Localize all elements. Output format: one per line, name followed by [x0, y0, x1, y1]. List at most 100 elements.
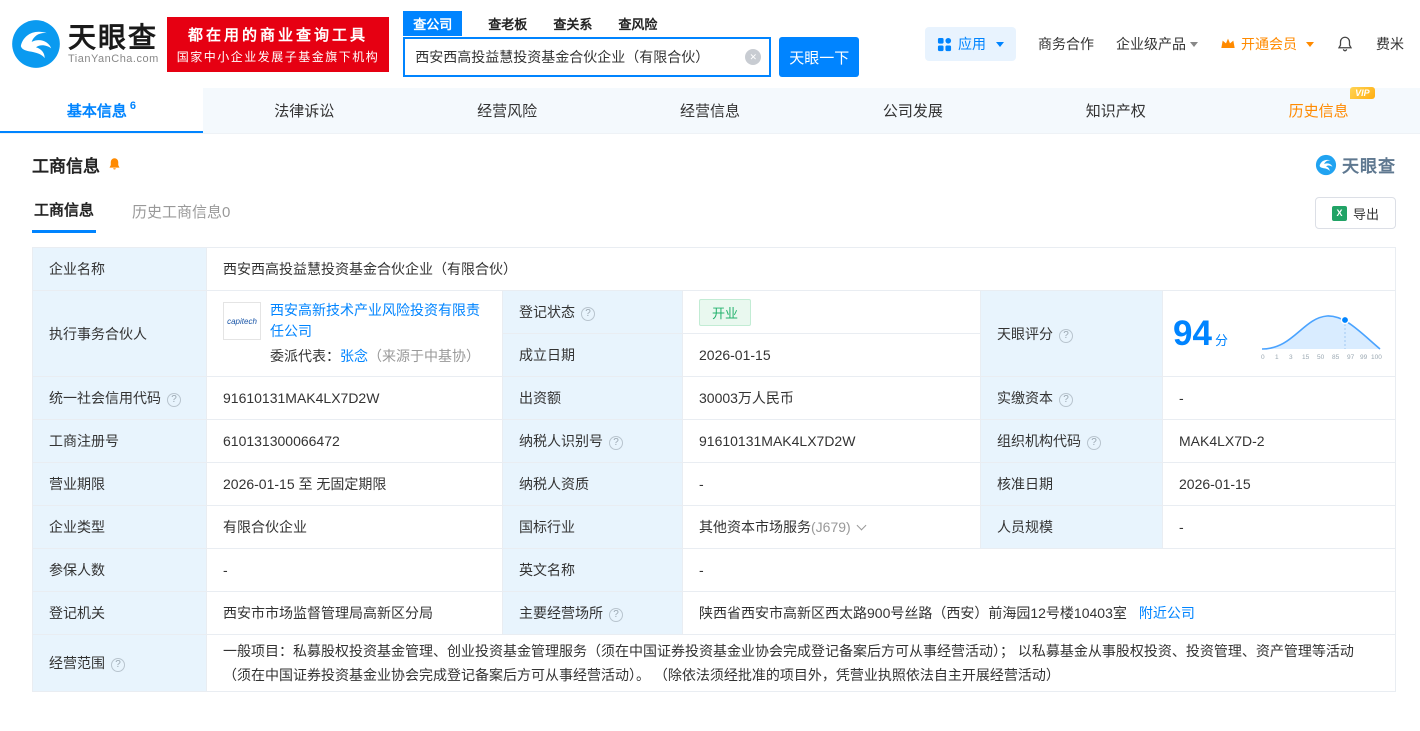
tab-business-info[interactable]: 经营信息	[609, 88, 812, 133]
tab-legal-proceedings[interactable]: 法律诉讼	[203, 88, 406, 133]
taxpayer-id-label: 纳税人识别号	[502, 419, 683, 463]
search-tabs: 查公司 查老板 查关系 查风险	[403, 10, 859, 36]
search-tab-boss[interactable]: 查老板	[488, 14, 527, 33]
svg-text:15: 15	[1302, 354, 1310, 361]
tianyancha-logo[interactable]: 天眼查 TianYanCha.com	[10, 18, 159, 70]
tianyancha-logo-icon	[12, 20, 60, 68]
enterprise-products-menu[interactable]: 企业级产品	[1116, 34, 1198, 54]
tab-basic-info-label: 基本信息	[66, 103, 127, 120]
logo-title: 天眼查	[68, 21, 159, 53]
clear-icon[interactable]: ✕	[745, 49, 762, 65]
premises-label: 主要经营场所	[502, 591, 683, 635]
help-icon[interactable]	[1059, 393, 1073, 407]
export-button[interactable]: X 导出	[1314, 197, 1396, 229]
reg-authority-value: 西安市市场监督管理局高新区分局	[206, 591, 503, 635]
export-button-label: 导出	[1352, 206, 1379, 222]
help-icon[interactable]	[111, 658, 125, 672]
help-icon[interactable]	[1087, 436, 1101, 450]
watermark-logo-icon	[1315, 154, 1337, 175]
help-icon[interactable]	[609, 436, 623, 450]
company-type-value: 有限合伙企业	[206, 505, 503, 549]
status-badge: 开业	[699, 298, 752, 326]
rep-source: （来源于中基协）	[368, 348, 480, 364]
business-cooperation-label: 商务合作	[1038, 36, 1094, 52]
table-row: 统一社会信用代码 91610131MAK4LX7D2W 出资额 30003万人民…	[32, 376, 1396, 420]
svg-text:99: 99	[1360, 354, 1368, 361]
insured-count-label: 参保人数	[32, 548, 207, 592]
rep-label: 委派代表：	[270, 348, 340, 364]
industry-label: 国标行业	[502, 505, 683, 549]
capital-label: 出资额	[502, 376, 683, 420]
tab-company-development[interactable]: 公司发展	[811, 88, 1014, 133]
managing-partner-label: 执行事务合伙人	[32, 290, 207, 377]
tab-intellectual-property[interactable]: 知识产权	[1014, 88, 1217, 133]
score-number: 94	[1173, 313, 1212, 353]
search-tab-company[interactable]: 查公司	[403, 10, 463, 36]
tianyancha-watermark: 天眼查	[1315, 152, 1396, 177]
tab-history-info[interactable]: 历史信息 VIP	[1217, 87, 1420, 133]
chevron-down-icon[interactable]	[856, 520, 867, 531]
help-icon[interactable]	[167, 393, 181, 407]
business-cooperation-link[interactable]: 商务合作	[1038, 34, 1094, 54]
subtabs-row: 工商信息 历史工商信息0 X 导出	[32, 193, 1396, 233]
search-tab-risk[interactable]: 查风险	[618, 14, 657, 33]
paid-capital-label: 实缴资本	[980, 376, 1163, 420]
rep-name-link[interactable]: 张念	[340, 348, 368, 364]
english-name-value: -	[682, 548, 1396, 592]
managing-partner-value: capitech 西安高新技术产业风险投资有限责任公司 委派代表：张念（来源于中…	[206, 290, 503, 377]
search-button[interactable]: 天眼一下	[779, 37, 860, 77]
english-name-label: 英文名称	[502, 548, 683, 592]
table-row: 参保人数 - 英文名称 -	[32, 548, 1396, 592]
slogan-line2: 国家中小企业发展子基金旗下机构	[176, 49, 380, 64]
business-info-table: 企业名称 西安西高投益慧投资基金合伙企业（有限合伙） 执行事务合伙人 capit…	[32, 247, 1396, 692]
score-curve-chart: 0 1 3 15 50 85 97 99 100	[1261, 314, 1382, 361]
svg-text:85: 85	[1332, 354, 1340, 361]
search-row: ✕ 天眼一下	[403, 37, 860, 77]
apps-menu[interactable]: 应用	[925, 27, 1016, 61]
open-vip-menu[interactable]: 开通会员	[1220, 34, 1314, 54]
tab-operational-risk[interactable]: 经营风险	[406, 88, 609, 133]
svg-text:3: 3	[1289, 354, 1293, 361]
search-input[interactable]	[415, 49, 746, 65]
nearby-companies-link[interactable]: 附近公司	[1139, 605, 1195, 621]
svg-text:1: 1	[1275, 354, 1279, 361]
business-scope-label: 经营范围	[32, 634, 207, 692]
user-account[interactable]: 费米	[1376, 34, 1404, 54]
tab-company-development-label: 公司发展	[882, 103, 943, 120]
search-tab-relation[interactable]: 查关系	[553, 14, 592, 33]
taxpayer-id-value: 91610131MAK4LX7D2W	[682, 419, 981, 463]
tab-history-info-label: 历史信息	[1288, 103, 1349, 120]
company-type-label: 企业类型	[32, 505, 207, 549]
partner-company-link[interactable]: 西安高新技术产业风险投资有限责任公司	[270, 302, 480, 339]
industry-value: 其他资本市场服务(J679)	[682, 505, 981, 549]
watermark-text: 天眼查	[1342, 157, 1396, 176]
svg-text:100: 100	[1371, 354, 1382, 361]
business-scope-value: 一般项目：私募股权投资基金管理、创业投资基金管理服务（须在中国证券投资基金业协会…	[206, 634, 1396, 692]
subtab-business-registration[interactable]: 工商信息	[32, 193, 97, 233]
score-unit: 分	[1214, 332, 1228, 348]
table-row: 工商注册号 610131300066472 纳税人识别号 91610131MAK…	[32, 419, 1396, 463]
org-code-value: MAK4LX7D-2	[1162, 419, 1396, 463]
notification-bell-icon[interactable]	[1336, 35, 1354, 53]
monitor-bell-icon[interactable]	[107, 157, 122, 172]
search-input-wrap: ✕	[403, 37, 772, 77]
credit-code-label: 统一社会信用代码	[32, 376, 207, 420]
insured-count-value: -	[206, 548, 503, 592]
table-row: 企业名称 西安西高投益慧投资基金合伙企业（有限合伙）	[32, 247, 1396, 291]
help-icon[interactable]	[581, 307, 595, 321]
svg-text:0: 0	[1261, 354, 1265, 361]
reg-status-value: 开业	[682, 290, 981, 334]
chevron-down-icon	[996, 41, 1004, 47]
approval-date-label: 核准日期	[980, 462, 1163, 506]
section-title: 工商信息	[32, 157, 100, 176]
table-row: 登记机关 西安市市场监督管理局高新区分局 主要经营场所 陕西省西安市高新区西太路…	[32, 591, 1396, 635]
partner-logo: capitech	[223, 302, 261, 340]
tab-legal-proceedings-label: 法律诉讼	[274, 103, 335, 120]
help-icon[interactable]	[609, 608, 623, 622]
subtab-history-registration[interactable]: 历史工商信息0	[130, 195, 232, 232]
help-icon[interactable]	[1059, 328, 1073, 343]
vip-badge: VIP	[1350, 87, 1375, 99]
tab-operational-risk-label: 经营风险	[477, 103, 538, 120]
tab-basic-info[interactable]: 基本信息 6	[0, 88, 203, 133]
reg-authority-label: 登记机关	[32, 591, 207, 635]
